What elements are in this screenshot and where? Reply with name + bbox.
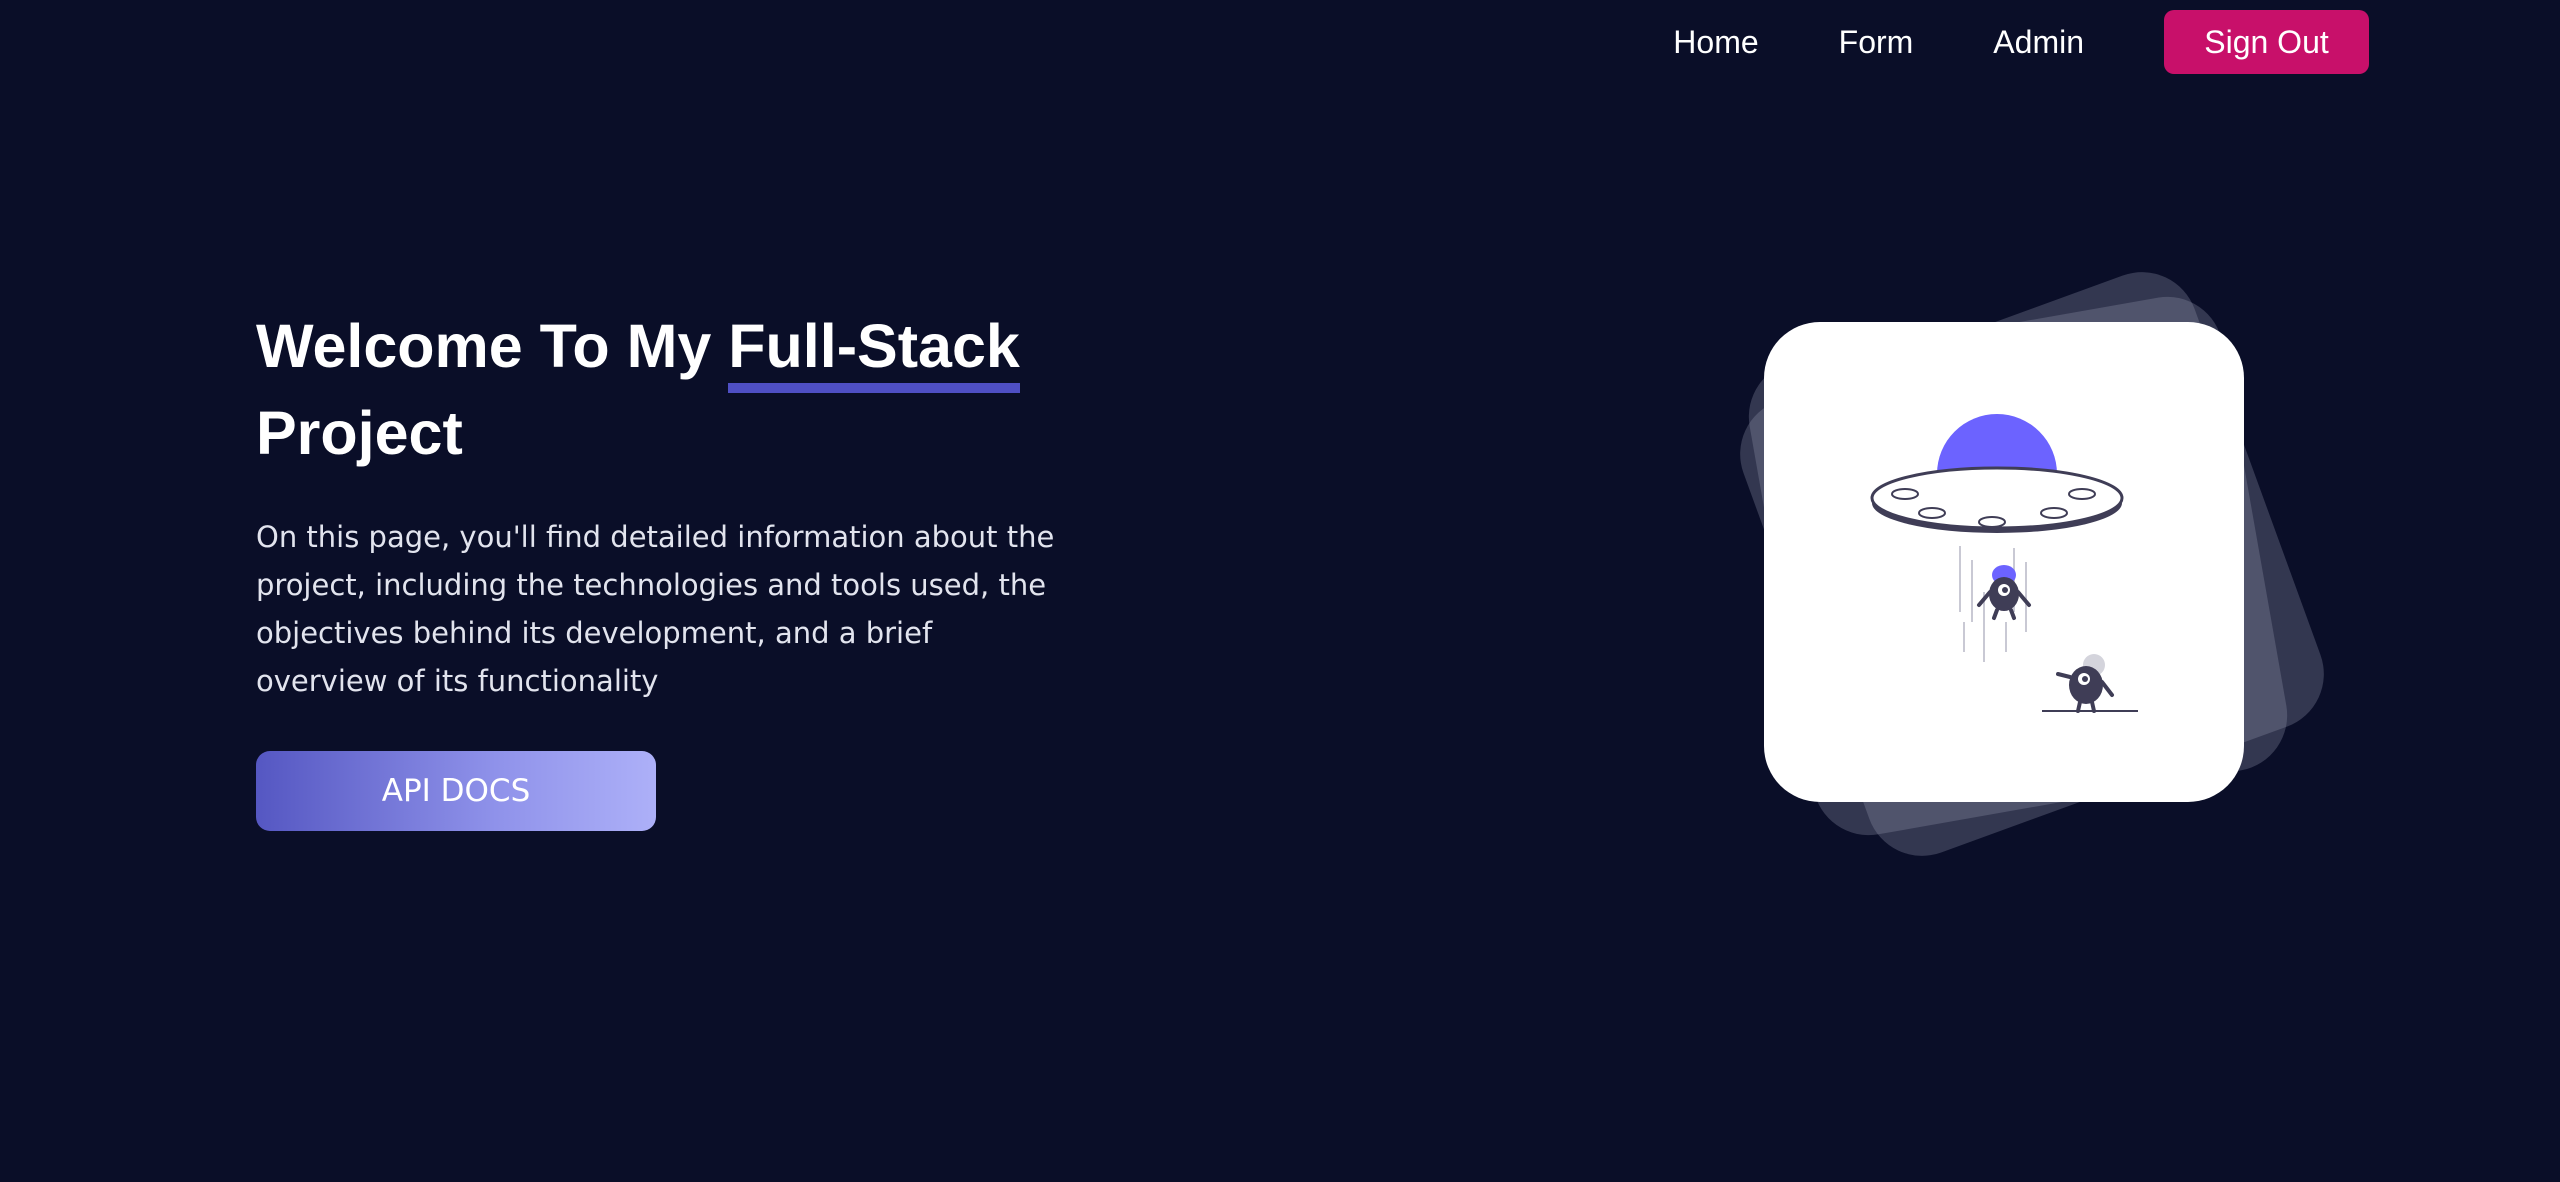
nav-link-form[interactable]: Form [1839,24,1914,61]
ufo-abduction-illustration [1764,322,2244,802]
top-nav: Home Form Admin Sign Out [1673,10,2369,74]
hero-title-suffix: Project [256,399,463,467]
nav-link-home[interactable]: Home [1673,24,1758,61]
hero-description: On this page, you'll find detailed infor… [256,520,1055,698]
nav-link-admin[interactable]: Admin [1993,24,2084,61]
hero-title: Welcome To My Full-Stack Project [256,306,1076,473]
ufo-illustration-icon [1870,414,2138,713]
hero-section: Welcome To My Full-Stack Project On this … [256,306,1076,831]
api-docs-button[interactable]: API DOCS [256,751,656,831]
sign-out-button[interactable]: Sign Out [2164,10,2369,74]
hero-title-prefix: Welcome To My [256,312,729,380]
hero-title-highlight: Full-Stack [728,316,1020,393]
illustration-card-stack [1724,256,2340,872]
page: Home Form Admin Sign Out Welcome To My F… [0,0,2560,1182]
